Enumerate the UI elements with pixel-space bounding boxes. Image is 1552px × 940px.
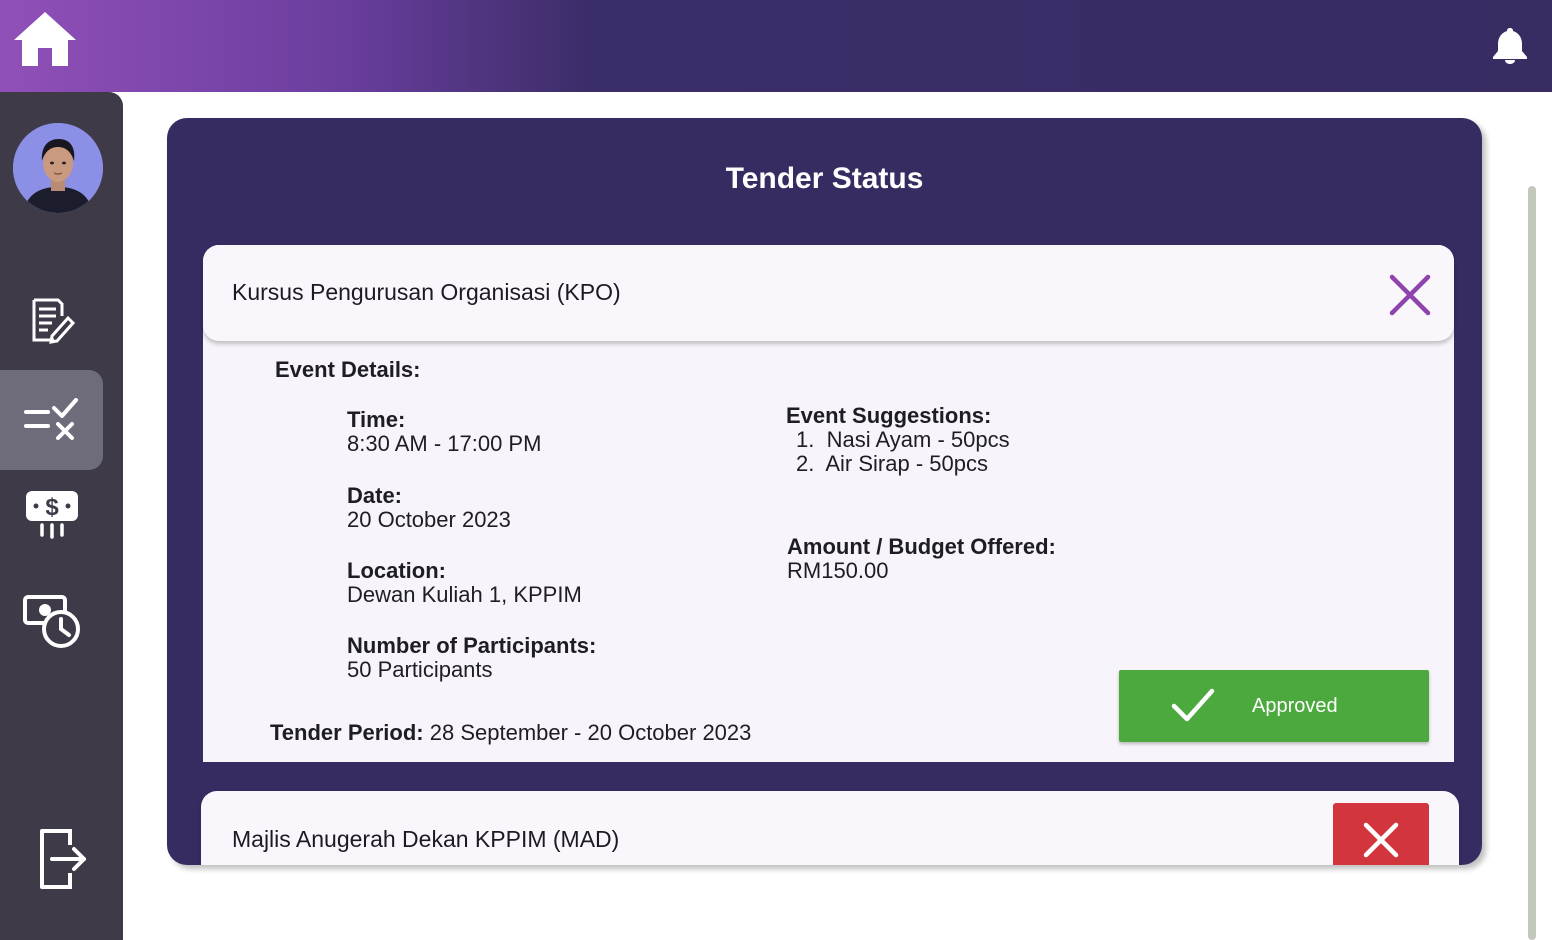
- close-icon[interactable]: [1389, 274, 1431, 316]
- suggestions-label: Event Suggestions:: [786, 403, 992, 428]
- edit-document-icon: [32, 298, 75, 344]
- avatar[interactable]: [13, 123, 103, 213]
- close-icon: [1363, 822, 1399, 858]
- tender-period-value: 28 September - 20 October 2023: [429, 720, 752, 745]
- payment-history-icon: [22, 595, 80, 648]
- suggestion-item: 1. Nasi Ayam - 50pcs: [796, 427, 1010, 452]
- amount-value: RM150.00: [787, 558, 889, 583]
- sidebar-item-payment-history[interactable]: [0, 570, 103, 670]
- suggestion-text: Air Sirap - 50pcs: [825, 451, 988, 476]
- payment-icon: $: [25, 491, 78, 539]
- time-label: Time:: [347, 407, 406, 432]
- location-label: Location:: [347, 558, 446, 583]
- sidebar-item-tender-status[interactable]: [0, 370, 103, 470]
- time-value: 8:30 AM - 17:00 PM: [347, 431, 542, 456]
- bell-icon[interactable]: [1490, 26, 1530, 64]
- date-label: Date:: [347, 483, 403, 508]
- tender-card-header[interactable]: Kursus Pengurusan Organisasi (KPO): [203, 245, 1454, 341]
- suggestion-item: 2. Air Sirap - 50pcs: [796, 451, 988, 476]
- svg-text:$: $: [45, 494, 59, 521]
- sidebar: $: [0, 92, 123, 940]
- logout-icon[interactable]: [36, 827, 88, 891]
- tender-status-panel: Tender Status Kursus Pengurusan Organisa…: [167, 118, 1482, 865]
- date-value: 20 October 2023: [347, 507, 511, 532]
- tender-card: Kursus Pengurusan Organisasi (KPO) Event…: [203, 245, 1454, 762]
- suggestion-text: Nasi Ayam - 50pcs: [826, 427, 1010, 452]
- sidebar-item-edit-document[interactable]: [0, 270, 103, 370]
- scrollbar[interactable]: [1528, 186, 1536, 940]
- amount-label: Amount / Budget Offered:: [787, 534, 1056, 559]
- tender-title: Majlis Anugerah Dekan KPPIM (MAD): [232, 826, 620, 852]
- event-details-heading: Event Details:: [275, 357, 421, 382]
- top-bar: [0, 0, 1552, 92]
- tender-period: Tender Period: 28 September - 20 October…: [270, 720, 751, 746]
- location-value: Dewan Kuliah 1, KPPIM: [347, 582, 582, 607]
- sidebar-item-payment[interactable]: $: [0, 464, 103, 564]
- tender-title: Kursus Pengurusan Organisasi (KPO): [232, 279, 621, 305]
- page-title: Tender Status: [725, 162, 924, 195]
- user-portrait-icon: [13, 123, 103, 213]
- tender-status-icon: [23, 398, 78, 440]
- rejected-status-button[interactable]: [1333, 803, 1429, 865]
- approved-status-button[interactable]: Approved: [1119, 670, 1429, 742]
- tender-card[interactable]: Majlis Anugerah Dekan KPPIM (MAD): [201, 791, 1459, 865]
- approved-label: Approved: [1252, 695, 1338, 717]
- check-icon: [1171, 688, 1215, 722]
- participants-label: Number of Participants:: [347, 633, 597, 658]
- home-icon[interactable]: [12, 10, 78, 68]
- participants-value: 50 Participants: [347, 657, 493, 682]
- tender-period-label: Tender Period:: [270, 720, 424, 745]
